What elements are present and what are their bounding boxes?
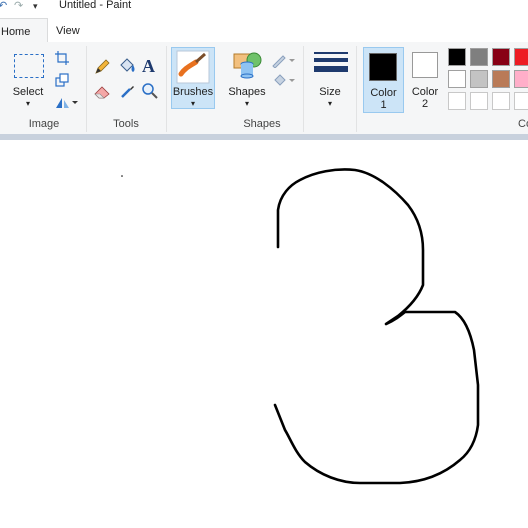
palette-color[interactable]	[470, 70, 488, 88]
redo-icon[interactable]: ↷	[14, 0, 23, 12]
title-bar: ↶ ↷ ▾ Untitled - Paint	[0, 0, 528, 18]
eraser-icon[interactable]	[93, 82, 113, 100]
palette-color[interactable]	[514, 48, 528, 66]
palette-empty-slot[interactable]	[448, 92, 466, 110]
select-dropdown-icon[interactable]: ▾	[22, 98, 34, 110]
text-tool-icon[interactable]: A	[142, 56, 155, 77]
canvas-drawing	[121, 168, 480, 485]
digit-three-stroke	[273, 168, 480, 485]
color2-label[interactable]: Color	[405, 86, 445, 98]
select-rectangle-icon[interactable]	[14, 54, 44, 78]
palette-color[interactable]	[448, 48, 466, 66]
size-dropdown-icon[interactable]: ▾	[324, 98, 336, 110]
undo-icon[interactable]: ↶	[0, 0, 7, 12]
group-divider	[166, 46, 167, 132]
group-divider	[303, 46, 304, 132]
color2-swatch[interactable]	[412, 52, 438, 78]
customize-quick-access-icon[interactable]: ▾	[33, 0, 38, 12]
drawing-canvas[interactable]	[0, 140, 528, 528]
tools-group-label: Tools	[113, 118, 139, 130]
shapes-label[interactable]: Shapes	[226, 86, 268, 98]
ribbon-tabs: Home View	[0, 18, 528, 43]
fill-icon[interactable]	[271, 72, 297, 88]
group-divider	[86, 46, 87, 132]
window-title: Untitled - Paint	[59, 0, 132, 11]
color2-number: 2	[421, 98, 429, 110]
palette-empty-slot[interactable]	[470, 92, 488, 110]
palette-color[interactable]	[514, 70, 528, 88]
palette-color[interactable]	[492, 70, 510, 88]
color1-swatch	[369, 53, 397, 81]
color1-number: 1	[380, 99, 387, 111]
shapes-icon[interactable]	[233, 50, 263, 80]
fill-bucket-icon[interactable]	[117, 56, 137, 76]
colors-group-label: Co	[518, 118, 528, 130]
pencil-icon[interactable]	[93, 58, 111, 76]
brushes-label: Brushes	[172, 86, 214, 98]
color-picker-icon[interactable]	[119, 82, 137, 100]
canvas-dot	[121, 175, 123, 177]
brush-icon	[176, 50, 210, 84]
outline-icon[interactable]	[271, 52, 297, 68]
ribbon: Select ▾ Image A Tools Brushes ▾ Shapes …	[0, 42, 528, 135]
rotate-icon[interactable]	[54, 94, 78, 110]
select-button-label[interactable]: Select	[10, 86, 46, 98]
group-divider	[356, 46, 357, 132]
color1-button[interactable]: Color 1	[363, 47, 404, 113]
palette-empty-slot[interactable]	[492, 92, 510, 110]
color1-label: Color	[370, 87, 397, 99]
resize-icon[interactable]	[54, 72, 70, 88]
magnifier-icon[interactable]	[141, 82, 159, 100]
crop-icon[interactable]	[54, 50, 70, 66]
tab-view[interactable]: View	[56, 18, 80, 42]
tab-home[interactable]: Home	[0, 18, 48, 43]
shapes-group-label: Shapes	[243, 118, 281, 130]
image-group-label: Image	[28, 118, 60, 130]
palette-color[interactable]	[470, 48, 488, 66]
palette-empty-slot[interactable]	[514, 92, 528, 110]
size-icon[interactable]	[314, 52, 348, 78]
brushes-dropdown-icon: ▾	[190, 99, 195, 108]
brushes-button[interactable]: Brushes ▾	[171, 47, 215, 109]
palette-color[interactable]	[448, 70, 466, 88]
shapes-dropdown-icon[interactable]: ▾	[241, 98, 253, 110]
size-label[interactable]: Size	[312, 86, 348, 98]
palette-color[interactable]	[492, 48, 510, 66]
